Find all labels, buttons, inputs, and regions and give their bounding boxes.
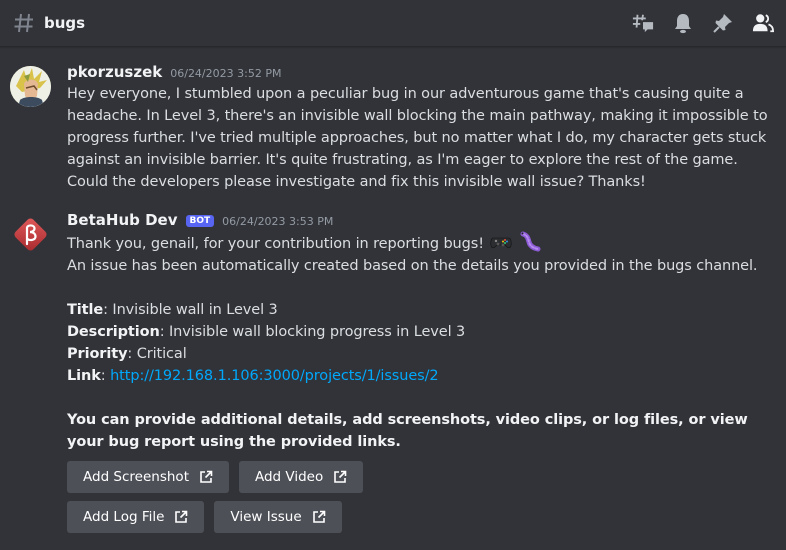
message-content: Thank you, genail, for your contribution… [67,231,770,453]
channel-name: bugs [44,14,86,32]
message-author[interactable]: pkorzuszek [67,63,162,81]
hash-icon [12,11,36,35]
button-label: Add Video [254,469,324,485]
user-avatar[interactable] [10,66,51,107]
field-label: Description [67,324,160,340]
view-issue-button[interactable]: View Issue [214,501,342,533]
member-list-icon[interactable] [752,12,774,34]
thanks-line: Thank you, genail, for your contribution… [67,236,484,252]
external-link-icon [174,510,188,524]
field-value: Critical [136,346,187,362]
issue-link[interactable]: http://192.168.1.106:3000/projects/1/iss… [110,368,439,384]
message-item: pkorzuszek 06/24/2023 3:52 PM Hey everyo… [0,63,786,193]
header-toolbar [632,12,774,34]
add-video-button[interactable]: Add Video [238,461,364,493]
message-content: Hey everyone, I stumbled upon a peculiar… [67,86,768,190]
field-label: Link [67,368,101,384]
bot-avatar[interactable] [10,214,51,255]
field-description: Description: Invisible wall blocking pro… [67,324,466,340]
message-timestamp: 06/24/2023 3:53 PM [222,215,334,228]
external-link-icon [333,470,347,484]
bot-tag: BOT [185,215,215,227]
button-label: Add Screenshot [83,469,189,485]
action-buttons: Add Screenshot Add Video Add Log File Vi… [67,461,497,533]
field-priority: Priority: Critical [67,346,187,362]
message-item: BetaHub Dev BOT 06/24/2023 3:53 PM Thank… [0,211,786,533]
message-timestamp: 06/24/2023 3:52 PM [170,67,282,80]
field-label: Title [67,302,104,318]
field-label: Priority [67,346,128,362]
pin-icon[interactable] [712,12,734,34]
field-link: Link: http://192.168.1.106:3000/projects… [67,368,439,384]
external-link-icon [199,470,213,484]
instructions-note: You can provide additional details, add … [67,412,748,450]
notification-bell-icon[interactable] [672,12,694,34]
message-list: pkorzuszek 06/24/2023 3:52 PM Hey everyo… [0,47,786,533]
field-title: Title: Invisible wall in Level 3 [67,302,278,318]
field-value: Invisible wall blocking progress in Leve… [168,324,466,340]
created-line: An issue has been automatically created … [67,258,758,274]
external-link-icon [312,510,326,524]
gamepad-emoji [490,231,512,253]
message-author[interactable]: BetaHub Dev [67,211,178,229]
worm-emoji [519,231,541,253]
add-log-file-button[interactable]: Add Log File [67,501,205,533]
betahub-logo [14,218,47,251]
channel-header: bugs [0,0,786,47]
field-value: Invisible wall in Level 3 [112,302,278,318]
button-label: View Issue [230,509,302,525]
button-label: Add Log File [83,509,165,525]
add-screenshot-button[interactable]: Add Screenshot [67,461,229,493]
threads-icon[interactable] [632,12,654,34]
